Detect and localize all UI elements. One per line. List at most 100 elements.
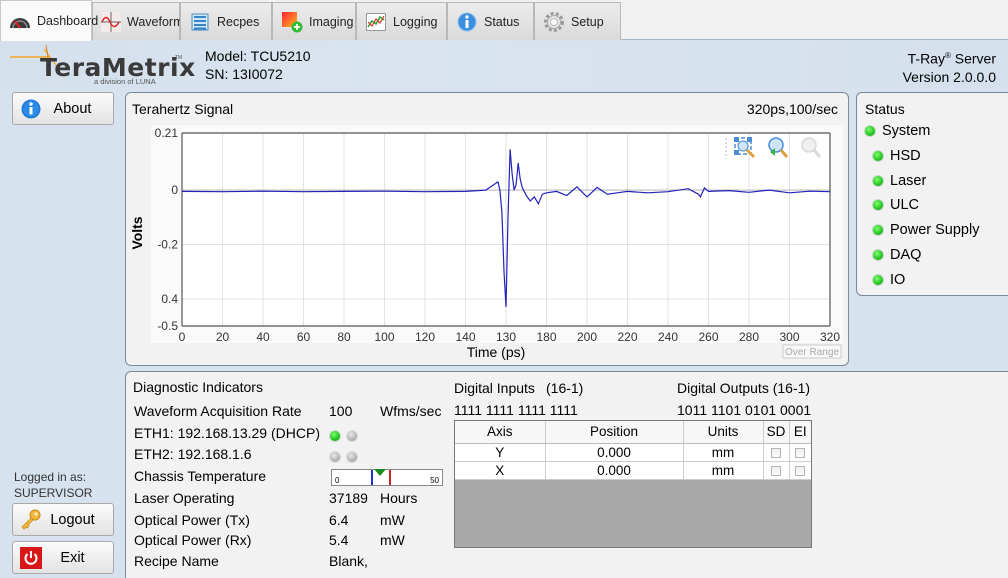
status-item-daq: DAQ	[873, 247, 921, 263]
recipe-name-label: Recipe Name	[134, 553, 219, 569]
x-tick-label: 0	[179, 330, 186, 344]
x-tick-label: 300	[779, 330, 799, 344]
tab-label: Recpes	[217, 14, 260, 29]
x-tick-label: 100	[374, 330, 394, 344]
about-button[interactable]: About	[12, 92, 114, 125]
y-tick-label: 0.4	[161, 292, 178, 306]
axis-position-table: Axis Position Units SD EI Y 0.000 mm X 0…	[454, 420, 812, 548]
gear-icon	[543, 11, 565, 32]
server-info: T-Ray® Server Version 2.0.0.0	[903, 47, 996, 86]
login-info: Logged in as: SUPERVISOR	[14, 469, 92, 501]
table-row[interactable]: X 0.000 mm	[455, 461, 811, 480]
digital-outputs-label: Digital Outputs (16-1)	[677, 380, 811, 396]
y-tick-label: -0.5	[157, 319, 178, 333]
waveform-icon	[101, 11, 121, 32]
info-icon	[456, 12, 478, 32]
image-add-icon	[281, 11, 303, 32]
table-row[interactable]: Y 0.000 mm	[455, 443, 811, 462]
status-item-io: IO	[873, 272, 905, 288]
status-item-system: System	[865, 123, 930, 139]
status-item-label: IO	[890, 271, 906, 288]
axis-cell: X	[455, 461, 546, 480]
acquisition-rate-unit: Wfms/sec	[380, 403, 442, 419]
info-icon	[20, 98, 42, 120]
tab-status[interactable]: Status	[447, 2, 534, 40]
sd-checkbox[interactable]	[771, 465, 781, 476]
y-tick-label: 0	[171, 183, 178, 197]
status-item-label: System	[882, 123, 931, 139]
tab-label: Status	[484, 14, 520, 29]
optical-power-tx-label: Optical Power (Tx)	[134, 512, 250, 528]
x-tick-label: 60	[297, 330, 311, 344]
y-tick-label: -0.2	[157, 237, 178, 251]
ei-checkbox[interactable]	[795, 465, 806, 476]
tab-logging[interactable]: Logging	[356, 2, 447, 40]
x-tick-label: 260	[698, 330, 718, 344]
digital-inputs-label: Digital Inputs	[454, 380, 535, 396]
waveform-chart[interactable]: 0.21 0 -0.2 0.4 -0.5 0 20 40 60 80 100 120 140 130 18…	[126, 93, 850, 367]
status-led-icon	[873, 150, 883, 161]
exit-label: Exit	[60, 549, 85, 566]
x-tick-label: 80	[337, 330, 351, 344]
tab-recipes[interactable]: Recpes	[180, 2, 272, 40]
tab-imaging[interactable]: Imaging	[272, 2, 356, 40]
eth2-indicators	[330, 449, 364, 465]
status-title: Status	[865, 101, 905, 117]
terametrix-logo: TeraMetrix TM a division of LUNA	[10, 45, 195, 87]
eth2-link-led	[330, 452, 340, 462]
eth1-indicators	[330, 428, 364, 444]
line-chart-icon	[365, 12, 387, 32]
optical-power-rx-label: Optical Power (Rx)	[134, 532, 252, 548]
x-tick-label: 120	[415, 330, 435, 344]
power-icon	[20, 546, 42, 569]
tab-label: Dashboard	[37, 14, 99, 28]
optical-power-rx-value: 5.4	[329, 532, 349, 548]
tab-setup[interactable]: Setup	[534, 2, 621, 40]
x-tick-label: 220	[617, 330, 637, 344]
gauge-max-label: 50	[430, 476, 439, 485]
serial-label: SN: 13I0072	[205, 66, 283, 82]
logout-label: Logout	[50, 511, 95, 528]
tab-waveform[interactable]: Waveform	[92, 2, 184, 40]
version-label: Version 2.0.0.0	[902, 68, 996, 85]
status-led-icon	[873, 250, 883, 260]
key-icon	[20, 509, 42, 531]
sd-checkbox[interactable]	[771, 447, 781, 458]
tab-bar: Dashboard Waveform Recpes Imaging Loggin…	[0, 0, 1008, 41]
col-units: Units	[683, 421, 764, 444]
eth1-label: ETH1: 192.168.13.29 (DHCP)	[134, 425, 320, 441]
eth1-activity-led	[347, 431, 357, 441]
ei-checkbox[interactable]	[795, 447, 806, 458]
x-tick-label: 240	[658, 330, 678, 344]
server-name: T-Ray® Server	[903, 47, 996, 68]
laser-operating-unit: Hours	[380, 490, 418, 506]
status-led-icon	[865, 126, 875, 136]
status-item-label: DAQ	[890, 247, 922, 263]
status-item-label: Laser	[890, 172, 927, 189]
position-cell: 0.000	[545, 461, 684, 480]
status-led-icon	[873, 200, 883, 211]
laser-operating-label: Laser Operating	[134, 490, 235, 506]
x-tick-label: 140	[455, 330, 475, 344]
status-led-icon	[873, 175, 883, 186]
status-item-laser: Laser	[873, 173, 926, 189]
tab-dashboard[interactable]: Dashboard	[0, 0, 98, 41]
logout-button[interactable]: Logout	[12, 503, 114, 536]
exit-button[interactable]: Exit	[12, 541, 114, 574]
model-label: Model: TCU5210	[205, 48, 311, 64]
diagnostics-panel: Diagnostic Indicators Waveform Acquisiti…	[125, 371, 1008, 578]
col-axis: Axis	[455, 421, 546, 444]
high-limit-marker	[389, 470, 392, 485]
over-range-label: Over Range	[785, 347, 839, 358]
current-temperature-marker	[374, 469, 387, 476]
eth2-label: ETH2: 192.168.1.6	[134, 446, 252, 462]
status-led-icon	[873, 225, 883, 236]
chassis-temperature-label: Chassis Temperature	[134, 468, 267, 484]
app-header: TeraMetrix TM a division of LUNA Model: …	[0, 41, 1008, 88]
units-cell: mm	[683, 443, 764, 462]
low-limit-marker	[370, 470, 373, 485]
digital-outputs-value: 1011 1101 0101 0001	[677, 402, 812, 418]
y-tick-label: 0.21	[155, 126, 179, 140]
x-tick-label: 20	[216, 330, 230, 344]
col-ei: EI	[789, 421, 811, 444]
